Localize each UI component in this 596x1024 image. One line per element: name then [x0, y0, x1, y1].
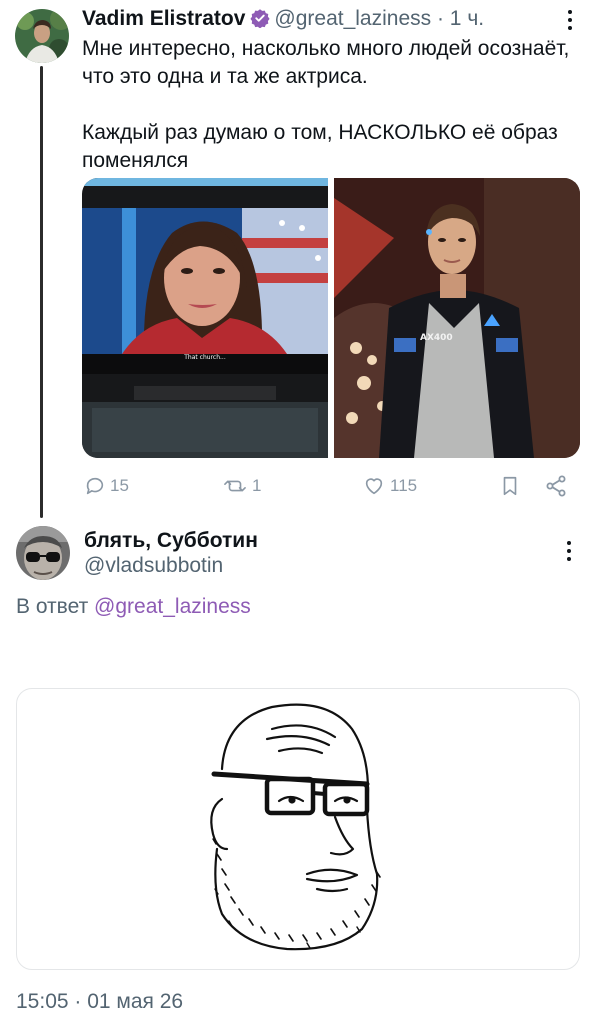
tweet-time[interactable]: · 1 ч.: [431, 7, 484, 30]
share-button[interactable]: [544, 472, 568, 500]
heart-icon: [365, 478, 383, 495]
author-avatar-image: [15, 9, 69, 63]
tweet-media-grid[interactable]: That church... AX400: [82, 178, 580, 458]
share-icon: [546, 475, 566, 497]
media-image-left[interactable]: That church...: [82, 178, 328, 458]
retweet-button[interactable]: 1: [222, 472, 261, 500]
more-vertical-icon[interactable]: [567, 9, 573, 31]
replying-to-line: В ответ @great_laziness: [16, 595, 251, 619]
media-caption: That church...: [183, 354, 226, 361]
thread-connector-line: [40, 66, 43, 518]
like-count: 115: [390, 476, 418, 495]
reply-icon: [86, 477, 104, 495]
reply-timestamp: 15:05 · 01 мая 26: [16, 990, 184, 1013]
reply-button[interactable]: 15: [84, 472, 129, 500]
tweet-text: Мне интересно, насколько много людей осо…: [82, 37, 570, 172]
retweet-count: 1: [252, 476, 262, 495]
retweet-icon: [224, 480, 246, 492]
reply-author-name[interactable]: блять, Субботин: [84, 529, 258, 553]
media-image-right[interactable]: AX400: [334, 178, 580, 458]
replying-to-prefix: В ответ: [16, 595, 95, 618]
replying-to-mention[interactable]: @great_laziness: [94, 595, 251, 618]
bookmark-icon: [503, 476, 517, 496]
reply-author-avatar-image: [16, 526, 70, 580]
author-handle[interactable]: @great_laziness: [274, 7, 431, 30]
like-button[interactable]: 115: [362, 472, 417, 500]
author-avatar[interactable]: [15, 9, 69, 63]
tweet-header: Vadim Elistratov @great_laziness · 1 ч.: [82, 7, 484, 31]
reply-author-avatar[interactable]: [16, 526, 70, 580]
bookmark-button[interactable]: [499, 472, 521, 500]
media-badge: AX400: [420, 333, 453, 343]
tweet-actions-bar: 15 1 115: [82, 472, 582, 500]
reply-media-image[interactable]: [16, 688, 580, 970]
reply-more-vertical-icon[interactable]: [566, 540, 572, 562]
reply-count: 15: [110, 476, 129, 495]
reply-author-handle[interactable]: @vladsubbotin: [84, 554, 223, 578]
author-name[interactable]: Vadim Elistratov: [82, 7, 245, 30]
wojak-meme-drawing: [210, 703, 381, 951]
verified-badge-icon: [250, 8, 270, 29]
